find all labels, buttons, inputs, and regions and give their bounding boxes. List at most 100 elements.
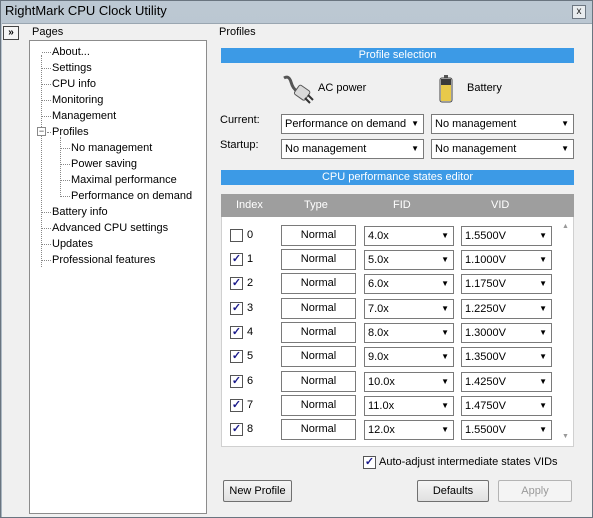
tree-item-cpu-info[interactable]: CPU info: [52, 77, 96, 91]
state-type-field[interactable]: Normal: [281, 346, 356, 367]
state-type-field[interactable]: Normal: [281, 371, 356, 392]
fid-value: 6.0x: [368, 278, 389, 290]
vid-value: 1.5500V: [465, 424, 506, 436]
chevron-down-icon: ▼: [441, 425, 449, 434]
state-enable-checkbox[interactable]: ✓: [230, 375, 243, 388]
chevron-down-icon: ▼: [539, 328, 547, 337]
ac-power-label: AC power: [318, 82, 367, 94]
chevron-down-icon: ▼: [539, 255, 547, 264]
column-header-fid: FID: [393, 199, 411, 211]
auto-adjust-checkbox[interactable]: ✓: [363, 456, 376, 469]
state-type-field[interactable]: Normal: [281, 225, 356, 246]
app-window: RightMark CPU Clock Utility x » Pages Pr…: [0, 0, 593, 518]
fid-select[interactable]: 4.0x ▼: [364, 226, 454, 246]
state-enable-checkbox[interactable]: [230, 229, 243, 242]
tree-item-advanced-cpu-settings[interactable]: Advanced CPU settings: [52, 221, 168, 235]
state-type-field[interactable]: Normal: [281, 419, 356, 440]
collapse-panel-button[interactable]: »: [3, 26, 19, 40]
fid-select[interactable]: 11.0x ▼: [364, 396, 454, 416]
startup-ac-profile-value: No management: [285, 143, 367, 155]
chevron-down-icon: ▼: [539, 304, 547, 313]
state-type-field[interactable]: Normal: [281, 395, 356, 416]
chevron-down-icon: ▼: [411, 119, 419, 128]
table-row: ✓ 6 Normal 10.0x ▼ 1.4250V ▼: [222, 370, 562, 394]
vid-value: 1.4250V: [465, 376, 506, 388]
state-enable-checkbox[interactable]: ✓: [230, 326, 243, 339]
tree-connector: [42, 244, 51, 245]
state-enable-checkbox[interactable]: ✓: [230, 277, 243, 290]
fid-select[interactable]: 10.0x ▼: [364, 372, 454, 392]
close-button[interactable]: x: [572, 5, 586, 19]
state-type-field[interactable]: Normal: [281, 298, 356, 319]
state-enable-checkbox[interactable]: ✓: [230, 423, 243, 436]
scroll-up-icon[interactable]: ▲: [562, 223, 569, 230]
vid-select[interactable]: 1.1000V ▼: [461, 250, 552, 270]
profiles-expander-icon[interactable]: −: [37, 127, 46, 136]
table-row: ✓ 5 Normal 9.0x ▼ 1.3500V ▼: [222, 345, 562, 369]
fid-select[interactable]: 7.0x ▼: [364, 299, 454, 319]
chevron-down-icon: ▼: [441, 279, 449, 288]
chevron-down-icon: ▼: [441, 304, 449, 313]
tree-connector: [42, 212, 51, 213]
apply-button[interactable]: Apply: [498, 480, 572, 502]
tree-item-about[interactable]: About...: [52, 45, 90, 59]
tree-item-professional-features[interactable]: Professional features: [52, 253, 155, 267]
state-type-field[interactable]: Normal: [281, 273, 356, 294]
vid-value: 1.1750V: [465, 278, 506, 290]
tree-item-performance-on-demand[interactable]: Performance on demand: [71, 189, 192, 203]
vid-select[interactable]: 1.5500V ▼: [461, 226, 552, 246]
state-enable-checkbox[interactable]: ✓: [230, 399, 243, 412]
vid-select[interactable]: 1.5500V ▼: [461, 420, 552, 440]
fid-select[interactable]: 8.0x ▼: [364, 323, 454, 343]
tree-item-profiles[interactable]: Profiles: [52, 125, 89, 139]
tree-item-updates[interactable]: Updates: [52, 237, 93, 251]
startup-battery-profile-select[interactable]: No management ▼: [431, 139, 574, 159]
startup-battery-profile-value: No management: [435, 143, 517, 155]
fid-select[interactable]: 9.0x ▼: [364, 347, 454, 367]
tree-item-maximal-performance[interactable]: Maximal performance: [71, 173, 177, 187]
fid-select[interactable]: 6.0x ▼: [364, 274, 454, 294]
current-battery-profile-select[interactable]: No management ▼: [431, 114, 574, 134]
fid-value: 5.0x: [368, 254, 389, 266]
state-enable-checkbox[interactable]: ✓: [230, 302, 243, 315]
battery-icon: [439, 75, 453, 106]
new-profile-button[interactable]: New Profile: [223, 480, 292, 502]
vid-select[interactable]: 1.3500V ▼: [461, 347, 552, 367]
vid-select[interactable]: 1.4250V ▼: [461, 372, 552, 392]
tree-item-monitoring[interactable]: Monitoring: [52, 93, 103, 107]
vid-value: 1.3000V: [465, 327, 506, 339]
current-ac-profile-select[interactable]: Performance on demand ▼: [281, 114, 424, 134]
scroll-down-icon[interactable]: ▼: [562, 433, 569, 440]
tree-connector: [42, 52, 51, 53]
states-table-scrollbar[interactable]: ▲ ▼: [560, 217, 573, 446]
chevron-down-icon: ▼: [539, 279, 547, 288]
table-row: ✓ 3 Normal 7.0x ▼ 1.2250V ▼: [222, 297, 562, 321]
chevron-down-icon: ▼: [539, 377, 547, 386]
vid-select[interactable]: 1.2250V ▼: [461, 299, 552, 319]
current-label: Current:: [220, 114, 260, 126]
state-enable-checkbox[interactable]: ✓: [230, 253, 243, 266]
fid-select[interactable]: 5.0x ▼: [364, 250, 454, 270]
tree-item-settings[interactable]: Settings: [52, 61, 92, 75]
auto-adjust-label: Auto-adjust intermediate states VIDs: [379, 456, 558, 468]
fid-select[interactable]: 12.0x ▼: [364, 420, 454, 440]
column-header-vid: VID: [491, 199, 510, 211]
pages-tree[interactable]: About... Settings CPU info Monitoring Ma…: [29, 40, 207, 514]
vid-select[interactable]: 1.4750V ▼: [461, 396, 552, 416]
tree-item-no-management[interactable]: No management: [71, 141, 152, 155]
states-table-body: 0 Normal 4.0x ▼ 1.5500V ▼ ✓ 1 Normal 5.0x ▼…: [221, 217, 574, 447]
chevron-down-icon: ▼: [441, 377, 449, 386]
vid-select[interactable]: 1.3000V ▼: [461, 323, 552, 343]
current-ac-profile-value: Performance on demand: [285, 118, 407, 130]
state-enable-checkbox[interactable]: ✓: [230, 350, 243, 363]
tree-item-power-saving[interactable]: Power saving: [71, 157, 137, 171]
chevron-down-icon: ▼: [561, 119, 569, 128]
vid-select[interactable]: 1.1750V ▼: [461, 274, 552, 294]
profiles-header: Profiles: [219, 26, 256, 38]
state-type-field[interactable]: Normal: [281, 249, 356, 270]
defaults-button[interactable]: Defaults: [417, 480, 489, 502]
state-type-field[interactable]: Normal: [281, 322, 356, 343]
tree-item-battery-info[interactable]: Battery info: [52, 205, 108, 219]
tree-item-management[interactable]: Management: [52, 109, 116, 123]
startup-ac-profile-select[interactable]: No management ▼: [281, 139, 424, 159]
